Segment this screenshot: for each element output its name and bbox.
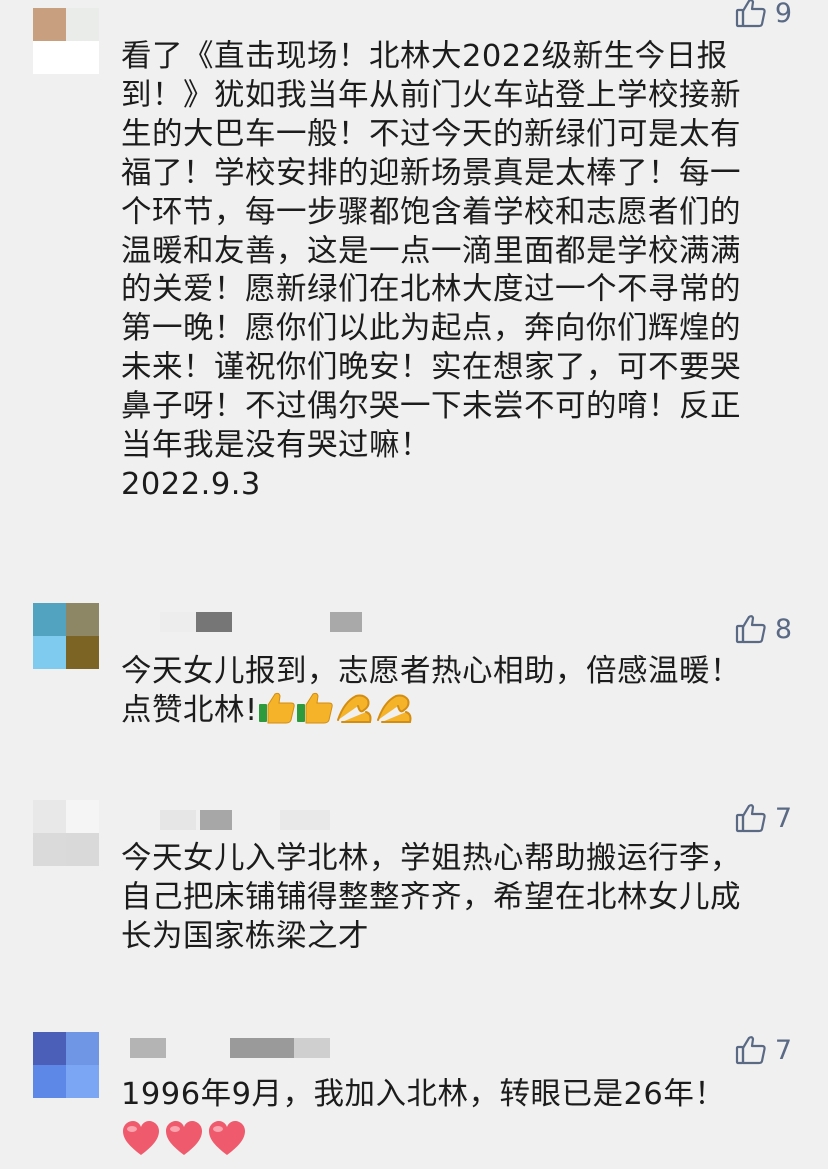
like-count: 7 (774, 802, 792, 834)
thumbs-up-emoji-icon (296, 692, 333, 724)
text-line: 今天女儿报到，志愿者热心相助，倍感温暖！ (121, 654, 741, 689)
thumbs-up-outline-icon (735, 804, 766, 833)
heart-emoji-icon (123, 1121, 159, 1155)
text-line: 自己把床铺铺得整整齐齐，希望在北林女儿成 (121, 879, 741, 915)
avatar[interactable] (33, 1032, 99, 1098)
like-button[interactable]: 8 (735, 613, 792, 645)
like-count: 8 (774, 613, 792, 645)
avatar[interactable] (33, 800, 99, 866)
text-line: 当年我是没有哭过嘛！ (121, 428, 431, 464)
text-line: 第一晚！愿你们以此为起点，奔向你们辉煌的 (121, 311, 741, 347)
text-line: 到！》犹如我当年从前门火车站登上学校接新 (121, 77, 741, 113)
ok-hand-emoji-icon (336, 694, 372, 723)
like-count: 9 (774, 0, 792, 29)
text-line: 未来！谨祝你们晚安！实在想家了，可不要哭 (121, 350, 741, 386)
text-line: 的关爱！愿新绿们在北林大度过一个不寻常的 (121, 272, 741, 308)
text-line-with-emoji: 点赞北林! (121, 692, 801, 731)
comment-text: 今天女儿入学北林，学姐热心帮助搬运行李， 自己把床铺铺得整整齐齐，希望在北林女儿… (121, 840, 801, 957)
text-line: 看了《直击现场！北林大2022级新生今日报 (121, 39, 728, 74)
comment-text: 今天女儿报到，志愿者热心相助，倍感温暖！ 点赞北林! (121, 653, 801, 731)
text-line: 个环节，每一步骤都饱含着学校和志愿者们的 (121, 194, 741, 230)
like-button[interactable]: 7 (735, 802, 792, 834)
heart-emoji-icon (209, 1121, 245, 1155)
heart-emoji-row (121, 1120, 247, 1158)
like-button[interactable]: 9 (735, 0, 792, 29)
comment-text: 1996年9月，我加入北林，转眼已是26年！ (121, 1076, 801, 1115)
avatar[interactable] (33, 603, 99, 669)
text-line: 点赞北林! (121, 692, 258, 728)
text-line: 温暖和友善，这是一点一滴里面都是学校满满 (121, 233, 741, 269)
text-line: 生的大巴车一般！不过今天的新绿们可是太有 (121, 116, 741, 152)
heart-emoji-icon (166, 1121, 202, 1155)
thumbs-up-emoji-icon (258, 692, 295, 724)
thumbs-up-outline-icon (735, 615, 766, 644)
comment-date: 2022.9.3 (121, 466, 261, 502)
text-line: 福了！学校安排的迎新场景真是太棒了！每一 (121, 155, 741, 191)
thumbs-up-outline-icon (735, 1036, 766, 1065)
comment-text: 看了《直击现场！北林大2022级新生今日报 到！》犹如我当年从前门火车站登上学校… (121, 38, 801, 505)
ok-hand-emoji-icon (376, 694, 412, 723)
text-line: 长为国家栋梁之才 (121, 918, 369, 954)
like-count: 7 (774, 1034, 792, 1066)
thumbs-up-outline-icon (735, 0, 766, 28)
text-line: 1996年9月，我加入北林，转眼已是26年！ (121, 1077, 726, 1112)
text-line: 今天女儿入学北林，学姐热心帮助搬运行李， (121, 841, 741, 876)
avatar[interactable] (33, 8, 99, 74)
text-line: 鼻子呀！不过偶尔哭一下未尝不可的唷！反正 (121, 389, 741, 425)
like-button[interactable]: 7 (735, 1034, 792, 1066)
